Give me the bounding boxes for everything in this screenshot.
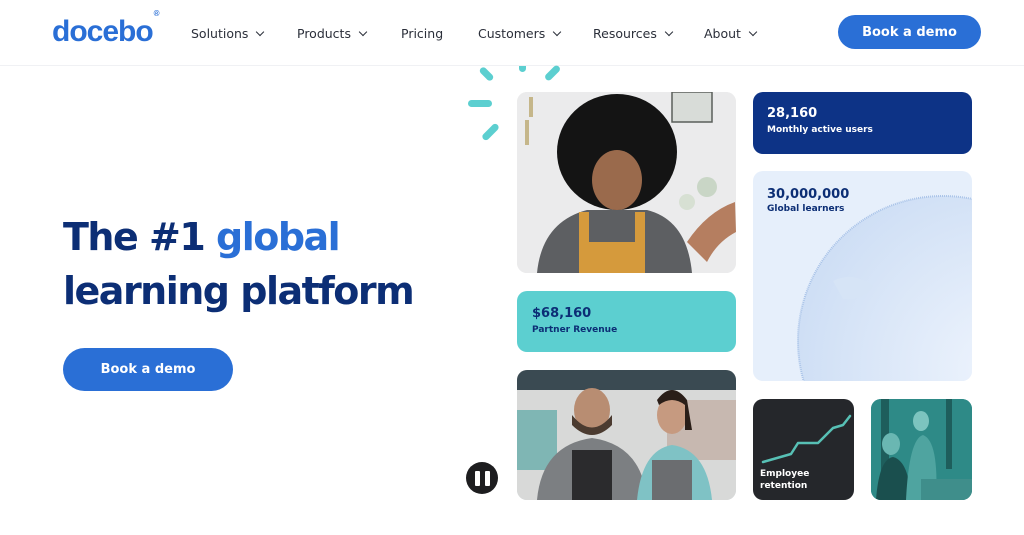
photo-shop-workers — [517, 370, 736, 500]
top-navigation: docebo® Solutions Products Pricing Custo… — [0, 0, 1024, 66]
nav-label: Products — [297, 26, 351, 41]
stat-card-monthly-active-users: 28,160 Monthly active users — [753, 92, 972, 154]
stat-label: Monthly active users — [767, 125, 873, 135]
stat-label-line2: retention — [760, 481, 808, 491]
stat-card-employee-retention: Employee retention — [753, 399, 854, 500]
nav-item-customers[interactable]: Customers — [478, 26, 562, 41]
pause-icon-bar — [474, 470, 480, 486]
nav-label: Solutions — [191, 26, 249, 41]
stat-label: Partner Revenue — [532, 325, 618, 335]
nav-item-products[interactable]: Products — [297, 26, 368, 41]
woman-photo-illustration — [517, 92, 736, 273]
stat-value: $68,160 — [532, 306, 592, 321]
hero-title-line2: learning platform — [63, 269, 415, 313]
office-team-photo-illustration — [871, 399, 972, 500]
nav-label: About — [704, 26, 741, 41]
nav-item-about[interactable]: About — [704, 26, 758, 41]
stat-label-line1: Employee — [760, 469, 810, 479]
nav-label: Resources — [593, 26, 657, 41]
book-demo-nav-button[interactable]: Book a demo — [838, 15, 981, 49]
chevron-down-icon — [358, 27, 368, 36]
nav-item-resources[interactable]: Resources — [593, 26, 674, 41]
hero-title-accent: global — [216, 215, 341, 259]
stat-card-global-learners: 30,000,000 Global learners — [753, 171, 972, 381]
shop-workers-photo-illustration — [517, 370, 736, 500]
chevron-down-icon — [552, 27, 562, 36]
nav-item-pricing[interactable]: Pricing — [401, 26, 443, 41]
chevron-down-icon — [256, 27, 265, 36]
chevron-down-icon — [664, 27, 674, 36]
pause-icon-bar — [484, 470, 490, 486]
book-demo-hero-button[interactable]: Book a demo — [63, 348, 233, 391]
stat-value: 30,000,000 — [767, 187, 850, 202]
nav-item-solutions[interactable]: Solutions — [191, 26, 265, 41]
docebo-logo[interactable]: docebo® — [52, 9, 160, 49]
logo-text: docebo — [52, 15, 154, 48]
photo-office-team-teal — [871, 399, 972, 500]
nav-label: Pricing — [401, 26, 444, 41]
stat-card-partner-revenue: $68,160 Partner Revenue — [517, 291, 736, 352]
nav-label: Customers — [478, 26, 546, 41]
stat-value: 28,160 — [767, 106, 818, 121]
registered-mark: ® — [153, 9, 160, 18]
chevron-down-icon — [748, 27, 758, 36]
pause-button[interactable] — [466, 462, 498, 494]
hero-title-part1: The #1 — [63, 215, 216, 259]
stat-label: Global learners — [767, 204, 845, 214]
hero-title: The #1 global learning platform — [63, 210, 415, 318]
photo-woman-waving — [517, 92, 736, 273]
